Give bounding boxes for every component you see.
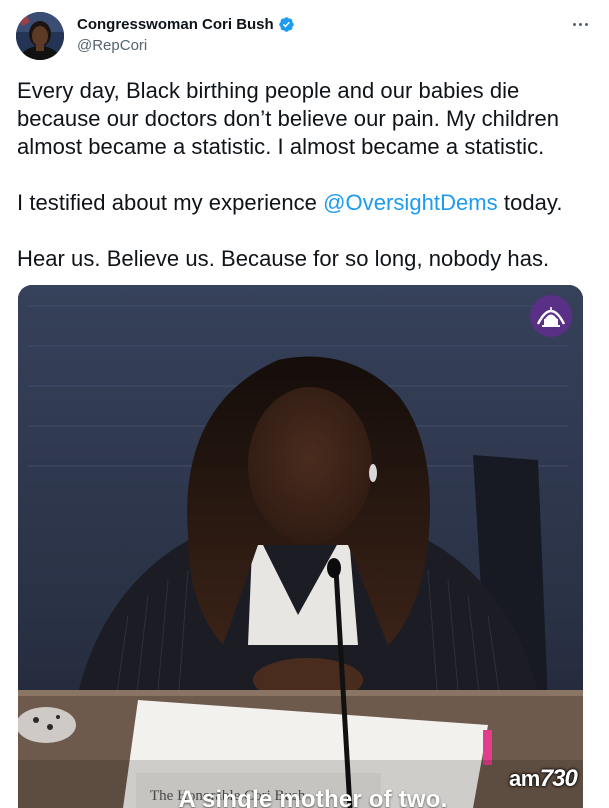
avatar[interactable] — [16, 12, 64, 60]
am730-watermark: am 730 — [509, 761, 601, 797]
watermark-number: 730 — [539, 765, 578, 792]
tweet-paragraph-2: I testified about my experience @Oversig… — [17, 189, 597, 217]
tweet-card: Congresswoman Cori Bush @RepCori Every d… — [0, 0, 609, 808]
mention-link[interactable]: @OversightDems — [323, 190, 498, 215]
tweet-body: Every day, Black birthing people and our… — [17, 77, 597, 273]
display-name[interactable]: Congresswoman Cori Bush — [77, 16, 274, 33]
tweet-media-video[interactable]: The Honorable Cori Bush — [18, 285, 583, 808]
capitol-logo-icon — [529, 294, 573, 338]
video-frame: The Honorable Cori Bush — [18, 285, 583, 808]
verified-badge-icon — [278, 16, 295, 33]
watermark-prefix: am — [509, 766, 540, 791]
tweet-paragraph-3: Hear us. Believe us. Because for so long… — [17, 246, 550, 271]
tweet-text-before-mention: I testified about my experience — [17, 190, 324, 215]
video-caption: A single mother of two. — [178, 786, 448, 808]
tweet-paragraph-1: Every day, Black birthing people and our… — [17, 78, 560, 159]
author-handle[interactable]: @RepCori — [77, 37, 147, 54]
tweet-text-after-mention: today. — [497, 190, 563, 215]
more-options-icon[interactable] — [569, 14, 591, 34]
author-name[interactable]: Congresswoman Cori Bush — [77, 16, 295, 33]
avatar-image — [16, 12, 64, 60]
